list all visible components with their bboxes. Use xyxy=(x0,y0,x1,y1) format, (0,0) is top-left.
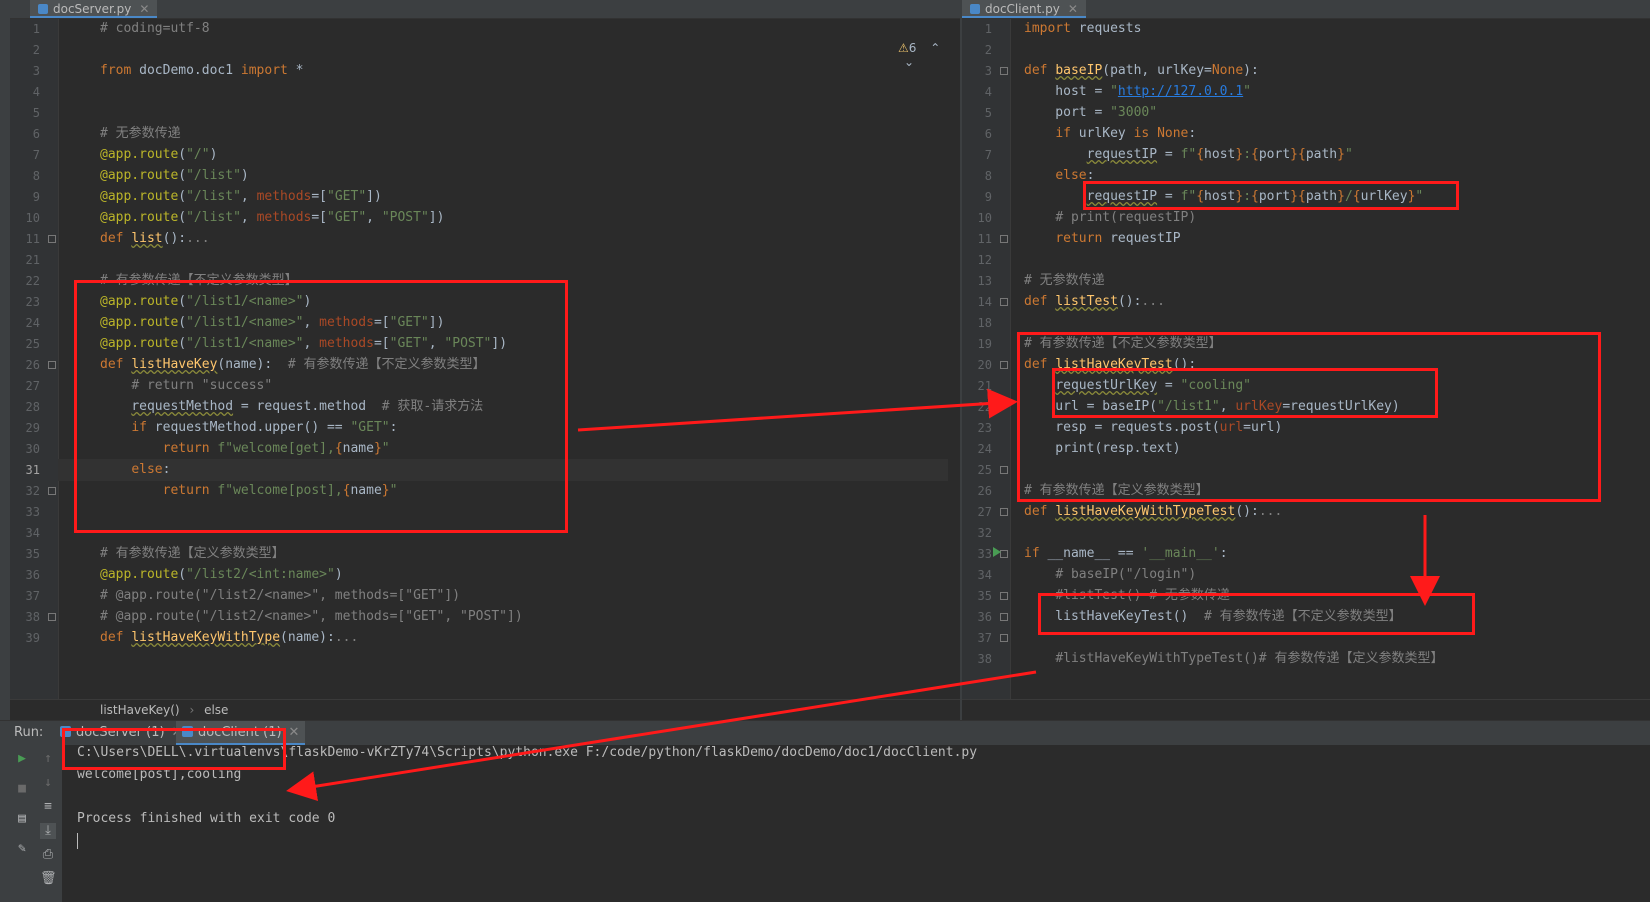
arrow-server-to-client xyxy=(577,388,1018,432)
annotation-arrows xyxy=(286,388,1440,802)
arrow-main-to-console xyxy=(286,670,1037,802)
